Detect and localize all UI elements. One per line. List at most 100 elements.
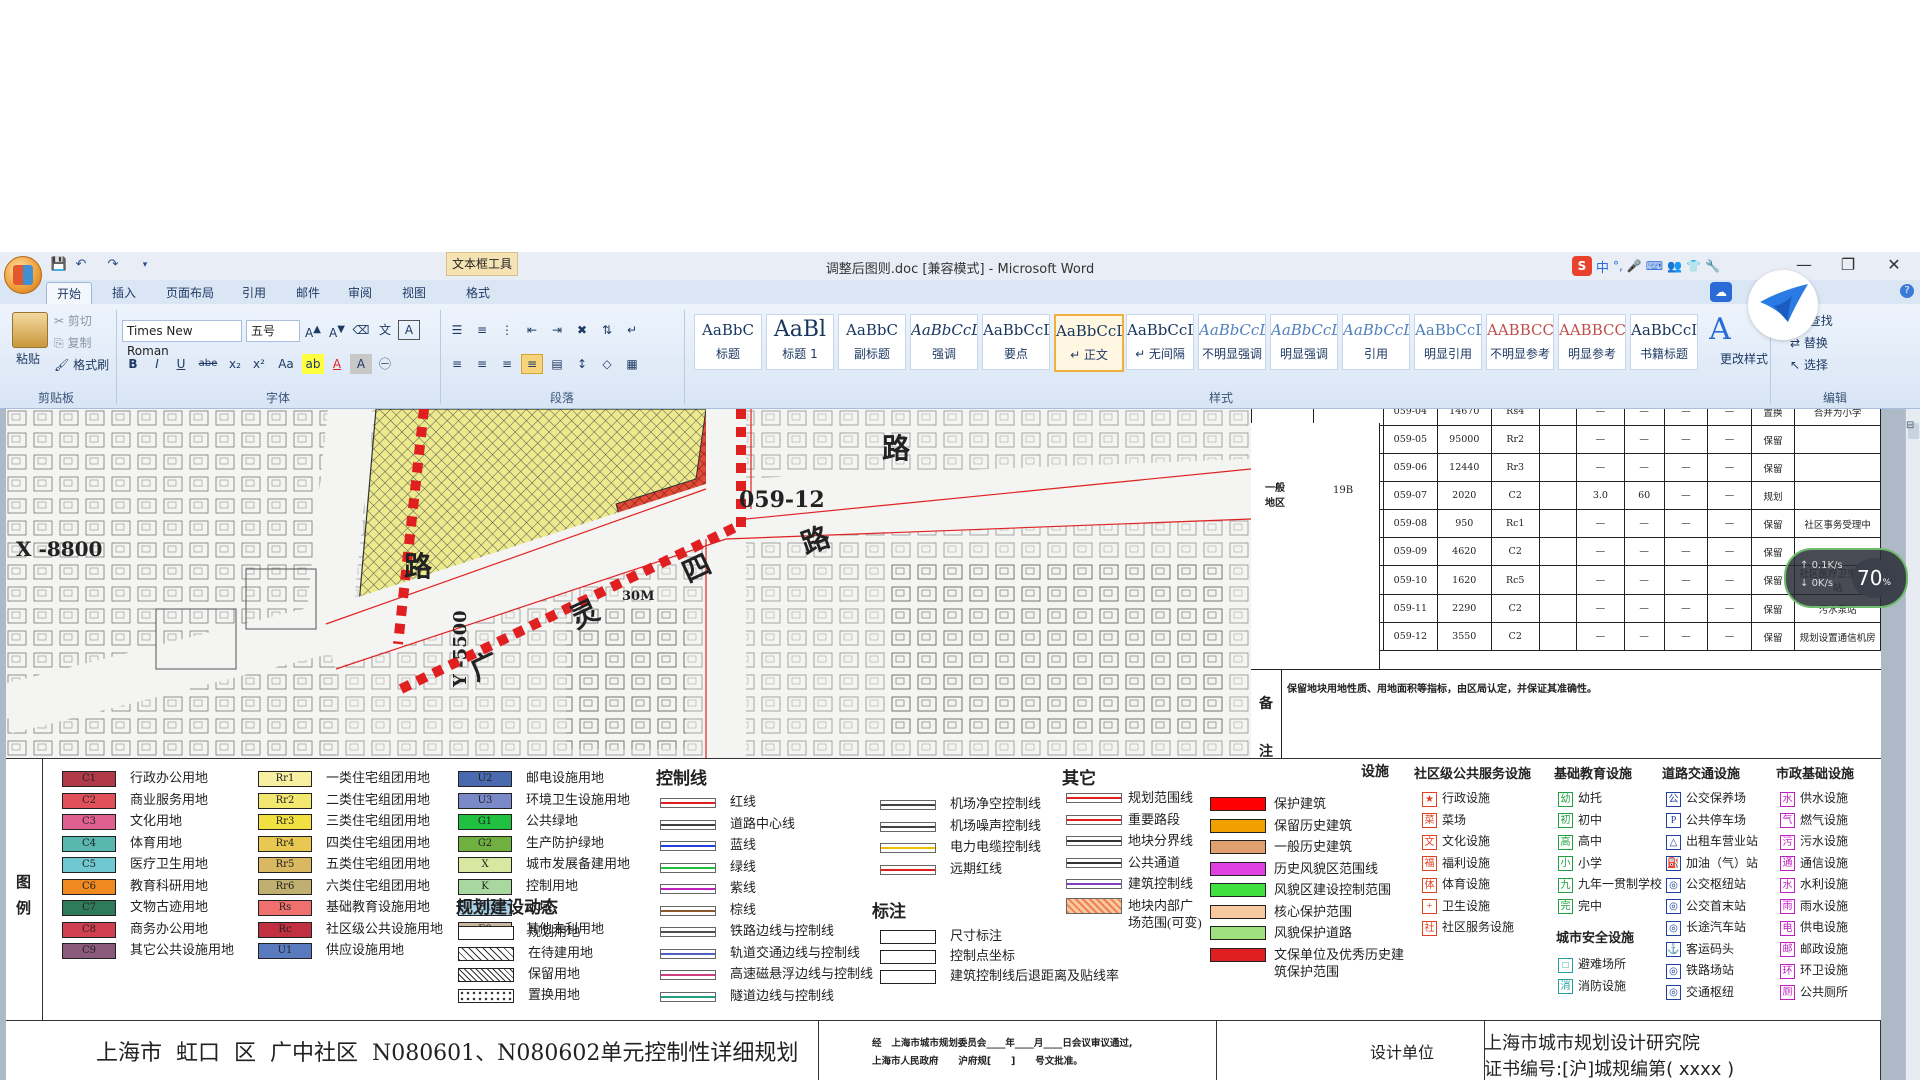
font-size-field[interactable]: 五号 <box>246 320 300 342</box>
community-item: 文文化设施 <box>1422 832 1490 850</box>
landuse-cell: C2 <box>1490 537 1540 566</box>
tab-page-layout[interactable]: 页面布局 <box>156 282 224 304</box>
increase-indent-icon[interactable]: ⇥ <box>546 320 568 340</box>
help-icon[interactable]: ? <box>1900 284 1914 298</box>
style-tile[interactable]: AaBl 标题 1 <box>766 314 834 370</box>
control2-item: 机场净空控制线 <box>880 793 1041 812</box>
copy-button[interactable]: ⎘ 复制 <box>54 334 91 351</box>
shrink-font-icon[interactable]: A▼ <box>326 320 348 340</box>
change-styles-icon[interactable]: A <box>1702 312 1738 348</box>
align-right-icon[interactable]: ≡ <box>496 354 518 374</box>
upload-speed: ↑ 0.1K/s <box>1800 560 1843 571</box>
landuse-item: C9 其它公共设施用地 <box>62 939 234 960</box>
show-marks-icon[interactable]: ↵ <box>621 320 643 340</box>
subscript-button[interactable]: x₂ <box>224 354 246 374</box>
style-tile[interactable]: AaBbCcD 明显强调 <box>1270 314 1338 370</box>
change-styles-button[interactable]: 更改样式 <box>1720 350 1768 367</box>
font-color-icon[interactable]: A <box>326 354 348 374</box>
ime-punct-icon[interactable]: °, <box>1613 259 1623 273</box>
cloud-icon[interactable]: ☁ <box>1710 282 1732 302</box>
community-icon: 菜 <box>1422 813 1437 829</box>
paste-icon[interactable] <box>12 312 48 348</box>
microphone-icon[interactable]: 🎤 <box>1627 259 1642 273</box>
style-tile[interactable]: AaBbCcD 明显引用 <box>1414 314 1482 370</box>
underline-button[interactable]: U <box>170 354 192 374</box>
distributed-icon[interactable]: ▤ <box>546 354 568 374</box>
phonetic-guide-icon[interactable]: 文 <box>374 320 396 340</box>
style-tile[interactable]: AABBCCI 明显参考 <box>1558 314 1626 370</box>
format-painter-label: 格式刷 <box>73 358 110 372</box>
wrench-icon[interactable]: 🔧 <box>1705 259 1720 273</box>
bold-button[interactable]: B <box>122 354 144 374</box>
style-tile[interactable]: AaBbCcD 要点 <box>982 314 1050 370</box>
office-button[interactable] <box>4 256 42 294</box>
highlight-icon[interactable]: ab <box>302 354 324 374</box>
landuse-name: 生产防护绿地 <box>526 834 605 850</box>
format-painter-button[interactable]: 🖌 格式刷 <box>54 356 109 373</box>
traffic-item: ⚓ 客运码头 <box>1666 940 1734 958</box>
font-name-field[interactable]: Times New Roman <box>122 320 242 358</box>
style-tile[interactable]: AaBbCcD 强调 <box>910 314 978 370</box>
style-tile[interactable]: AaBbC 标题 <box>694 314 762 370</box>
tab-view[interactable]: 视图 <box>392 282 436 304</box>
keyboard-icon[interactable]: ⌨ <box>1646 259 1663 273</box>
heritage-item: 保留历史建筑 <box>1210 817 1420 834</box>
style-tile[interactable]: AaBbCcI 书籍标题 <box>1630 314 1698 370</box>
document-area[interactable]: X -8800 Y -5500 059-12 路 广 灵 四 路 路 30M 0… <box>0 409 1905 1080</box>
style-tile[interactable]: AaBbCcDd ↵ 正文 <box>1054 314 1124 372</box>
restore-button[interactable]: ❐ <box>1830 254 1866 276</box>
justify-icon[interactable]: ≡ <box>521 354 543 374</box>
scissors-icon: ✂ <box>54 314 65 328</box>
tab-mailings[interactable]: 邮件 <box>286 282 330 304</box>
strikethrough-button[interactable]: abe <box>194 354 222 374</box>
borders-icon[interactable]: ▦ <box>621 354 643 374</box>
superscript-button[interactable]: x² <box>248 354 270 374</box>
traffic-icon: △ <box>1666 834 1681 850</box>
vertical-scrollbar[interactable] <box>1905 409 1920 1080</box>
ruler-toggle-icon[interactable]: ⊟ <box>1906 420 1918 432</box>
style-tile[interactable]: AaBbC 副标题 <box>838 314 906 370</box>
skin-icon[interactable]: 👕 <box>1686 259 1701 273</box>
align-left-icon[interactable]: ≡ <box>446 354 468 374</box>
ime-chinese-icon[interactable]: 中 <box>1596 257 1609 276</box>
italic-button[interactable]: I <box>146 354 168 374</box>
decrease-indent-icon[interactable]: ⇤ <box>521 320 543 340</box>
align-center-icon[interactable]: ≡ <box>471 354 493 374</box>
style-tile[interactable]: AaBbCcD 引用 <box>1342 314 1410 370</box>
chinese-layout-icon[interactable]: ✖ <box>571 320 593 340</box>
cut-button[interactable]: ✂ 剪切 <box>54 312 92 329</box>
zone-code: 19B <box>1333 485 1354 496</box>
multilevel-list-icon[interactable]: ⋮ <box>496 320 518 340</box>
paste-button[interactable]: 粘贴 <box>16 350 40 367</box>
numbering-icon[interactable]: ≡ <box>471 320 493 340</box>
edu-item: 高高中 <box>1558 832 1602 850</box>
floating-assistant[interactable] <box>1748 270 1818 340</box>
clear-format-icon[interactable]: ⌫ <box>350 320 372 340</box>
select-button[interactable]: ↖ 选择 <box>1790 356 1828 373</box>
char-shading-icon[interactable]: A <box>350 354 372 374</box>
tab-home[interactable]: 开始 <box>46 282 93 305</box>
close-button[interactable]: ✕ <box>1876 254 1912 276</box>
sort-icon[interactable]: ⇅ <box>596 320 618 340</box>
tab-format[interactable]: 格式 <box>456 282 500 304</box>
grow-font-icon[interactable]: A▲ <box>302 320 324 340</box>
tab-insert[interactable]: 插入 <box>102 282 146 304</box>
network-speed-widget[interactable]: ↑ 0.1K/s ↓ 0K/s 70% <box>1784 548 1908 608</box>
style-tile[interactable]: AaBbCcD 不明显强调 <box>1198 314 1266 370</box>
tab-review[interactable]: 审阅 <box>338 282 382 304</box>
shading-icon[interactable]: ◇ <box>596 354 618 374</box>
edu-item: 小小学 <box>1558 854 1602 872</box>
traffic-icon: ◎ <box>1666 877 1681 893</box>
tab-references[interactable]: 引用 <box>232 282 276 304</box>
map-drawing <box>6 409 1251 758</box>
change-case-button[interactable]: Aa <box>272 354 300 374</box>
sogou-ime-icon[interactable]: S <box>1572 256 1592 276</box>
style-tile[interactable]: AaBbCcDd ↵ 无间隔 <box>1126 314 1194 370</box>
enclose-char-icon[interactable]: ㊀ <box>374 354 396 374</box>
char-border-icon[interactable]: A <box>398 320 420 340</box>
upload-speed-value: 0.1K/s <box>1811 560 1843 571</box>
user-icon[interactable]: 👥 <box>1667 259 1682 273</box>
style-tile[interactable]: AABBCCD 不明显参考 <box>1486 314 1554 370</box>
line-spacing-icon[interactable]: ↕ <box>571 354 593 374</box>
bullets-icon[interactable]: ☰ <box>446 320 468 340</box>
